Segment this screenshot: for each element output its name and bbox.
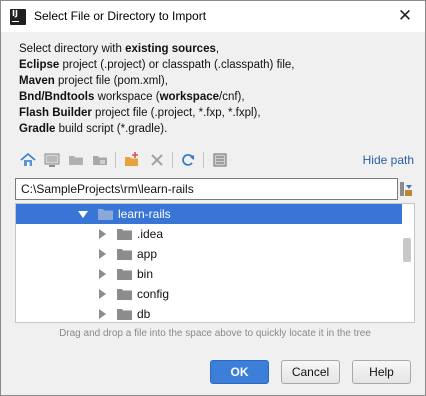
delete-icon[interactable] (148, 151, 166, 169)
description-line-6: Gradle build script (*.gradle). (19, 123, 168, 135)
new-folder-icon[interactable] (123, 151, 141, 169)
chevron-right-icon[interactable] (99, 249, 106, 259)
description-line-3: Maven project file (pom.xml), (19, 75, 168, 87)
tree-label: app (137, 247, 158, 261)
chevron-right-icon[interactable] (99, 309, 106, 319)
folder-icon (98, 209, 113, 220)
description-text: Select directory with existing sources, … (19, 41, 419, 137)
chevron-right-icon[interactable] (99, 229, 106, 239)
tree-row-config[interactable]: config (16, 284, 402, 304)
tree-label: db (137, 307, 151, 321)
path-history-icon[interactable] (399, 181, 413, 197)
tree-label: .idea (137, 227, 164, 241)
folder-icon (117, 309, 132, 320)
chevron-right-icon[interactable] (99, 289, 106, 299)
intellij-app-icon: IJ (10, 9, 26, 25)
toolbar-separator (172, 152, 173, 168)
drag-drop-hint: Drag and drop a file into the space abov… (59, 328, 371, 339)
description-line-4: Bnd/Bndtools workspace (workspace/cnf), (19, 91, 245, 103)
folder-icon[interactable] (67, 151, 85, 169)
show-hidden-icon[interactable] (211, 151, 229, 169)
tree-row-app[interactable]: app (16, 244, 402, 264)
desktop-icon[interactable] (43, 151, 61, 169)
tree-label: learn-rails (118, 207, 171, 221)
module-folder-icon[interactable] (91, 151, 109, 169)
tree-label: bin (137, 267, 154, 281)
tree-row-learn-rails[interactable]: learn-rails (16, 204, 402, 224)
title-bar: IJ Select File or Directory to Import ✕ (1, 1, 425, 32)
chevron-right-icon[interactable] (99, 269, 106, 279)
folder-icon (117, 249, 132, 260)
refresh-icon[interactable] (179, 151, 197, 169)
tree-row-idea[interactable]: .idea (16, 224, 402, 244)
dialog-title: Select File or Directory to Import (34, 9, 207, 23)
description-line-2: Eclipse project (.project) or classpath … (19, 59, 295, 71)
directory-tree[interactable]: learn-rails .idea app bin config db (15, 203, 415, 323)
hide-path-link[interactable]: Hide path (363, 153, 414, 167)
tree-label: config (137, 287, 170, 301)
path-field[interactable] (15, 178, 398, 200)
file-chooser-toolbar: Hide path (15, 149, 415, 171)
cancel-button[interactable]: Cancel (281, 360, 340, 384)
folder-icon (117, 289, 132, 300)
help-button[interactable]: Help (352, 360, 411, 384)
chevron-down-icon[interactable] (78, 211, 88, 218)
import-dialog: IJ Select File or Directory to Import ✕ … (0, 0, 426, 396)
folder-icon (117, 229, 132, 240)
description-line-1: Select directory with existing sources, (19, 43, 220, 55)
tree-row-bin[interactable]: bin (16, 264, 402, 284)
close-icon[interactable]: ✕ (393, 4, 417, 28)
description-line-5: Flash Builder project file (.project, *.… (19, 107, 261, 119)
home-icon[interactable] (19, 151, 37, 169)
folder-icon (117, 269, 132, 280)
ok-button[interactable]: OK (210, 360, 269, 384)
tree-row-db[interactable]: db (16, 304, 402, 322)
toolbar-separator (203, 152, 204, 168)
tree-scrollbar[interactable] (403, 238, 411, 262)
toolbar-separator (115, 152, 116, 168)
